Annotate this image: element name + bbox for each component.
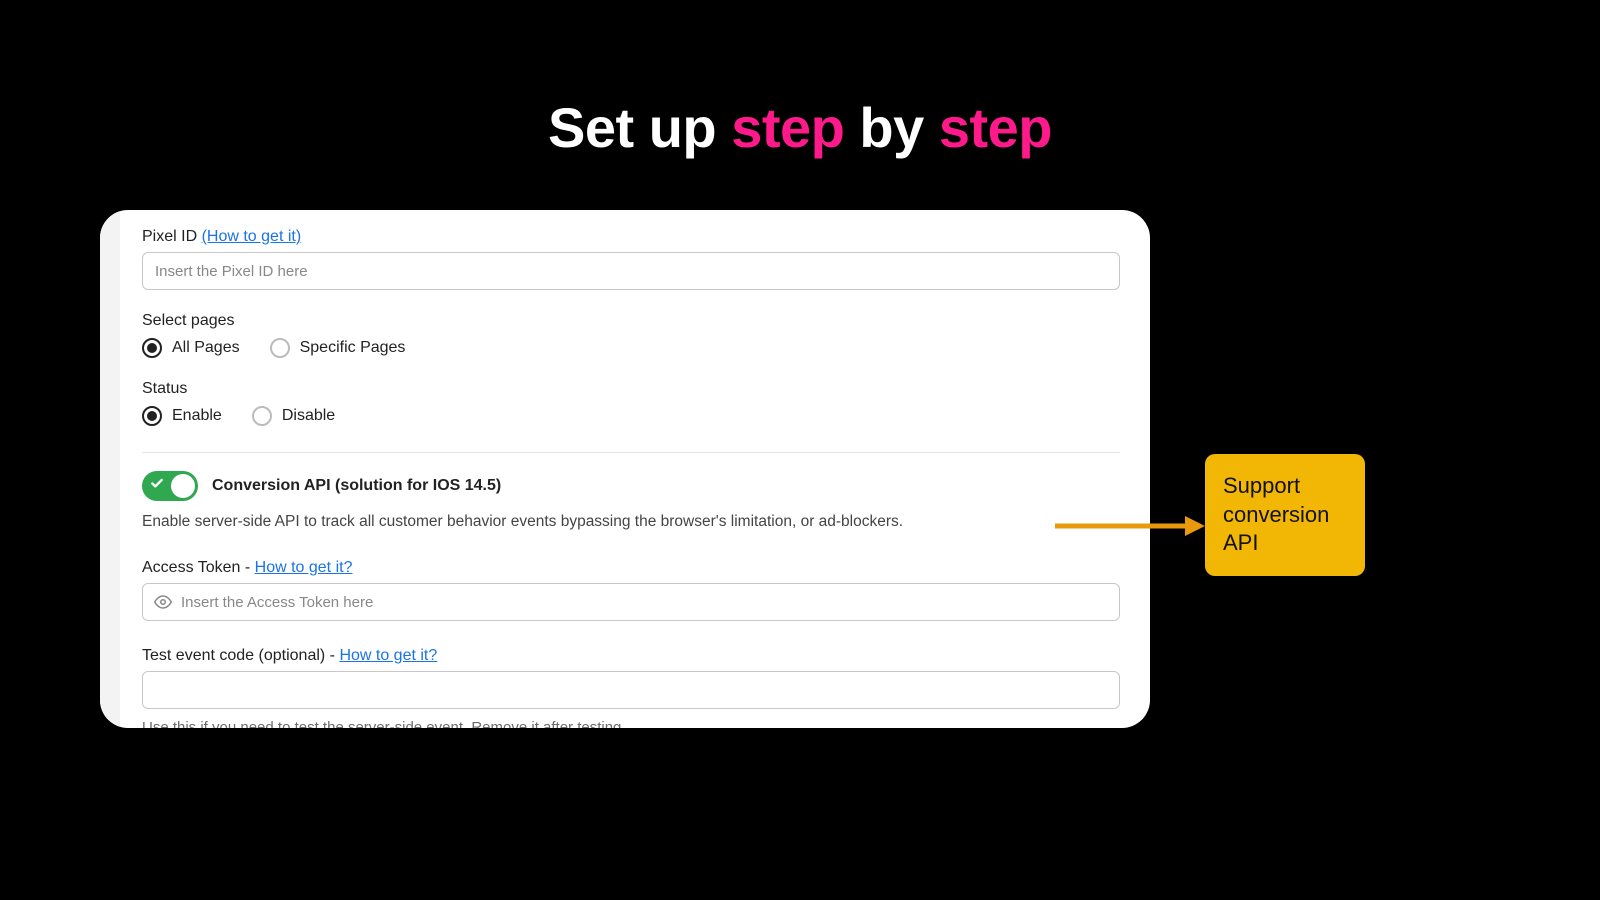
conversion-api-toggle[interactable]: [142, 471, 198, 501]
toggle-knob: [171, 474, 195, 498]
radio-disable-label: Disable: [282, 407, 335, 425]
conversion-api-title: Conversion API (solution for IOS 14.5): [212, 477, 501, 495]
radio-icon-unselected: [252, 406, 272, 426]
radio-icon-selected: [142, 338, 162, 358]
pixel-id-label-row: Pixel ID (How to get it): [142, 228, 1120, 246]
radio-all-pages-label: All Pages: [172, 339, 240, 357]
hero-accent-2: step: [939, 96, 1052, 159]
test-event-input[interactable]: [142, 671, 1120, 709]
radio-specific-pages-label: Specific Pages: [300, 339, 406, 357]
select-pages-group: All Pages Specific Pages: [142, 338, 1120, 358]
hero-accent-1: step: [731, 96, 844, 159]
radio-icon-unselected: [270, 338, 290, 358]
test-event-hint: Use this if you need to test the server-…: [142, 719, 1120, 728]
settings-card: Pixel ID (How to get it) Select pages Al…: [100, 210, 1150, 728]
hero-text-2: by: [844, 96, 938, 159]
access-token-input[interactable]: [142, 583, 1120, 621]
check-icon: [150, 477, 164, 496]
radio-disable[interactable]: Disable: [252, 406, 335, 426]
access-token-input-wrap: [142, 583, 1120, 621]
callout-box: Support conversion API: [1205, 454, 1365, 576]
access-token-label: Access Token -: [142, 559, 255, 576]
access-token-label-row: Access Token - How to get it?: [142, 559, 1120, 577]
radio-all-pages[interactable]: All Pages: [142, 338, 240, 358]
radio-specific-pages[interactable]: Specific Pages: [270, 338, 406, 358]
radio-icon-selected: [142, 406, 162, 426]
radio-enable-label: Enable: [172, 407, 222, 425]
divider: [142, 452, 1120, 453]
pixel-id-input[interactable]: [142, 252, 1120, 290]
select-pages-label: Select pages: [142, 312, 1120, 330]
test-event-label-row: Test event code (optional) - How to get …: [142, 647, 1120, 665]
test-event-help-link[interactable]: How to get it?: [339, 647, 437, 664]
callout-text: Support conversion API: [1223, 473, 1329, 555]
pixel-id-help-link[interactable]: (How to get it): [202, 228, 302, 245]
hero-text-1: Set up: [548, 96, 731, 159]
status-label: Status: [142, 380, 1120, 398]
radio-enable[interactable]: Enable: [142, 406, 222, 426]
hero-title: Set up step by step: [0, 0, 1600, 160]
status-group: Enable Disable: [142, 406, 1120, 426]
pixel-id-label: Pixel ID: [142, 228, 202, 245]
card-gutter: [100, 210, 120, 728]
access-token-help-link[interactable]: How to get it?: [255, 559, 353, 576]
conversion-api-row: Conversion API (solution for IOS 14.5): [142, 471, 1120, 501]
test-event-label: Test event code (optional) -: [142, 647, 339, 664]
conversion-api-description: Enable server-side API to track all cust…: [142, 513, 1120, 531]
eye-icon: [154, 593, 172, 611]
card-body: Pixel ID (How to get it) Select pages Al…: [120, 210, 1150, 728]
